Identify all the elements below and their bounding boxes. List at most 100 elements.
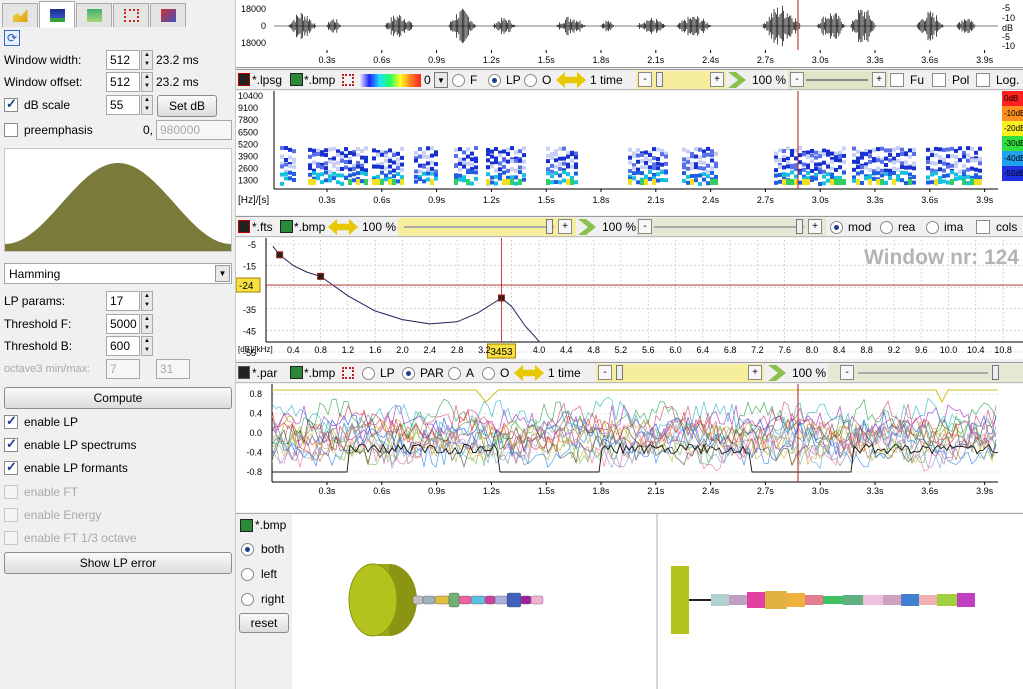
palette-dropdown-icon[interactable]: ▼ bbox=[434, 72, 448, 88]
spectrogram-freq-slider[interactable]: - + bbox=[788, 71, 888, 89]
lp-fit-icon[interactable] bbox=[578, 219, 596, 235]
refresh-icon[interactable]: ⟳ bbox=[4, 30, 20, 46]
spectrogram-cell bbox=[962, 150, 966, 155]
par-arrows-icon[interactable] bbox=[514, 365, 544, 381]
enable-lp-spectrums-checkbox[interactable] bbox=[4, 436, 18, 452]
compute-button[interactable]: Compute bbox=[4, 387, 232, 409]
enable-ft13-checkbox[interactable] bbox=[4, 531, 18, 545]
slider-minus[interactable]: - bbox=[638, 72, 652, 87]
crop-icon[interactable] bbox=[342, 74, 354, 86]
par-radio-par[interactable] bbox=[402, 367, 415, 381]
slider-thumb[interactable] bbox=[656, 72, 663, 87]
tube-radio-right[interactable] bbox=[241, 593, 254, 607]
lp-freq-plus[interactable]: + bbox=[808, 219, 822, 234]
enable-energy-checkbox[interactable] bbox=[4, 508, 18, 522]
par-radio-lp[interactable] bbox=[362, 367, 375, 381]
horizontal-arrows-icon[interactable] bbox=[556, 72, 586, 88]
par-time-slider[interactable]: - + bbox=[596, 364, 764, 382]
lp-freq-minus[interactable]: - bbox=[638, 219, 652, 234]
lp-zoom-slider[interactable]: + bbox=[398, 218, 576, 236]
par-radio-a[interactable] bbox=[448, 367, 461, 381]
lp-spectrum-panel: -5-15-25-35-45-55-243453[dB]/[kHz]0.40.8… bbox=[236, 238, 1023, 359]
par-slider-minus[interactable]: - bbox=[598, 365, 612, 380]
par-save-icon[interactable] bbox=[238, 366, 250, 379]
radio-lp[interactable] bbox=[488, 74, 501, 88]
check-pol[interactable] bbox=[932, 73, 946, 87]
tab-lpc[interactable] bbox=[39, 1, 75, 28]
radio-o[interactable] bbox=[524, 74, 537, 88]
set-db-button[interactable]: Set dB bbox=[157, 95, 217, 117]
par-slider-thumb[interactable] bbox=[616, 365, 623, 380]
chevron-down-icon[interactable]: ▼ bbox=[215, 265, 230, 282]
tube-radio-both[interactable] bbox=[241, 543, 254, 557]
lp-zoom-plus[interactable]: + bbox=[558, 219, 572, 234]
par-bitmap-icon[interactable] bbox=[290, 366, 303, 379]
lp-radio-rea[interactable] bbox=[880, 221, 893, 235]
window-width-spinner[interactable]: ▲ ▼ bbox=[141, 50, 153, 70]
spectrogram-cell bbox=[908, 154, 912, 159]
param-plot-svg[interactable]: 0.8 0.4 0.0 -0.4 -0.8 0.3s 0.6s 0.9s 1.2s 1.5s 1.8… bbox=[236, 384, 1023, 512]
tube-2d-svg[interactable] bbox=[659, 514, 1023, 689]
par-freq-slider[interactable]: - bbox=[828, 364, 1023, 382]
freq-slider-plus[interactable]: + bbox=[872, 72, 886, 87]
check-log[interactable] bbox=[976, 73, 990, 87]
threshold-b-input[interactable]: 600 bbox=[106, 336, 140, 356]
threshold-f-input[interactable]: 5000 bbox=[106, 314, 140, 334]
lp-arrows-icon[interactable] bbox=[328, 219, 358, 235]
bitmap-icon[interactable] bbox=[290, 73, 303, 86]
spectrogram-svg[interactable]: 10400 9100 7800 6500 5200 3900 2600 1300 [Hz]/[s… bbox=[236, 91, 1023, 215]
lp-params-input[interactable]: 17 bbox=[106, 291, 140, 311]
spectrogram-time-slider[interactable]: - + bbox=[636, 71, 726, 89]
slider-plus[interactable]: + bbox=[710, 72, 724, 87]
enable-lp-checkbox[interactable] bbox=[4, 413, 18, 429]
waveform-svg[interactable]: 18000018000-5-10dB-5-100.3s 0.6s 0.9s 1.2s 1… bbox=[236, 0, 1023, 68]
par-crop-icon[interactable] bbox=[342, 367, 354, 379]
window-offset-input[interactable]: 512 bbox=[106, 72, 140, 92]
db-scale-checkbox[interactable] bbox=[4, 96, 18, 112]
window-offset-spinner[interactable]: ▲ ▼ bbox=[141, 72, 153, 92]
par-fit-icon[interactable] bbox=[768, 365, 786, 381]
lp-params-spinner[interactable]: ▲ ▼ bbox=[141, 291, 153, 311]
palette-bar[interactable] bbox=[359, 74, 421, 87]
fit-icon[interactable] bbox=[728, 72, 746, 88]
lp-freq-slider[interactable]: - + bbox=[636, 218, 826, 236]
lp-freq-thumb[interactable] bbox=[796, 219, 803, 234]
threshold-b-spinner[interactable]: ▲ ▼ bbox=[141, 336, 153, 356]
tube-bitmap-icon[interactable] bbox=[240, 519, 253, 532]
db-scale-input[interactable]: 55 bbox=[106, 95, 140, 115]
par-freq-minus[interactable]: - bbox=[840, 365, 854, 380]
tube-radio-left[interactable] bbox=[241, 568, 254, 582]
tab-formant[interactable] bbox=[113, 3, 149, 27]
lp-zoom-thumb[interactable] bbox=[546, 219, 553, 234]
spectrogram-cell bbox=[790, 153, 794, 157]
par-radio-o[interactable] bbox=[482, 367, 495, 381]
freq-slider-minus[interactable]: - bbox=[790, 72, 804, 87]
check-fu[interactable] bbox=[890, 73, 904, 87]
radio-f[interactable] bbox=[452, 74, 465, 88]
lp-bitmap-icon[interactable] bbox=[280, 220, 293, 233]
par-slider-plus[interactable]: + bbox=[748, 365, 762, 380]
enable-ft-checkbox[interactable] bbox=[4, 485, 18, 499]
window-type-select[interactable]: Hamming ▼ bbox=[4, 263, 232, 284]
octave-max-input[interactable]: 31 bbox=[156, 359, 190, 379]
lp-save-icon[interactable] bbox=[238, 220, 250, 233]
preemphasis-checkbox[interactable] bbox=[4, 123, 18, 137]
show-lp-error-button[interactable]: Show LP error bbox=[4, 552, 232, 574]
tab-extra[interactable] bbox=[150, 3, 186, 27]
window-width-input[interactable]: 512 bbox=[106, 50, 140, 70]
lp-radio-ima[interactable] bbox=[926, 221, 939, 235]
db-scale-spinner[interactable]: ▲ ▼ bbox=[141, 95, 153, 115]
tab-waveform[interactable] bbox=[2, 3, 38, 27]
reset-button[interactable]: reset bbox=[239, 613, 289, 633]
tab-spectrum[interactable] bbox=[76, 3, 112, 27]
lp-check-cols[interactable] bbox=[976, 220, 990, 234]
octave-min-input[interactable]: 7 bbox=[106, 359, 140, 379]
enable-lp-formants-checkbox[interactable] bbox=[4, 459, 18, 475]
save-icon[interactable] bbox=[238, 73, 250, 86]
par-freq-thumb[interactable] bbox=[992, 365, 999, 380]
spectrogram-cell bbox=[466, 161, 470, 166]
preemphasis-input[interactable]: 980000 bbox=[156, 120, 232, 140]
threshold-f-spinner[interactable]: ▲ ▼ bbox=[141, 314, 153, 334]
tube-3d-svg[interactable] bbox=[293, 514, 657, 689]
lp-radio-mod[interactable] bbox=[830, 221, 843, 235]
